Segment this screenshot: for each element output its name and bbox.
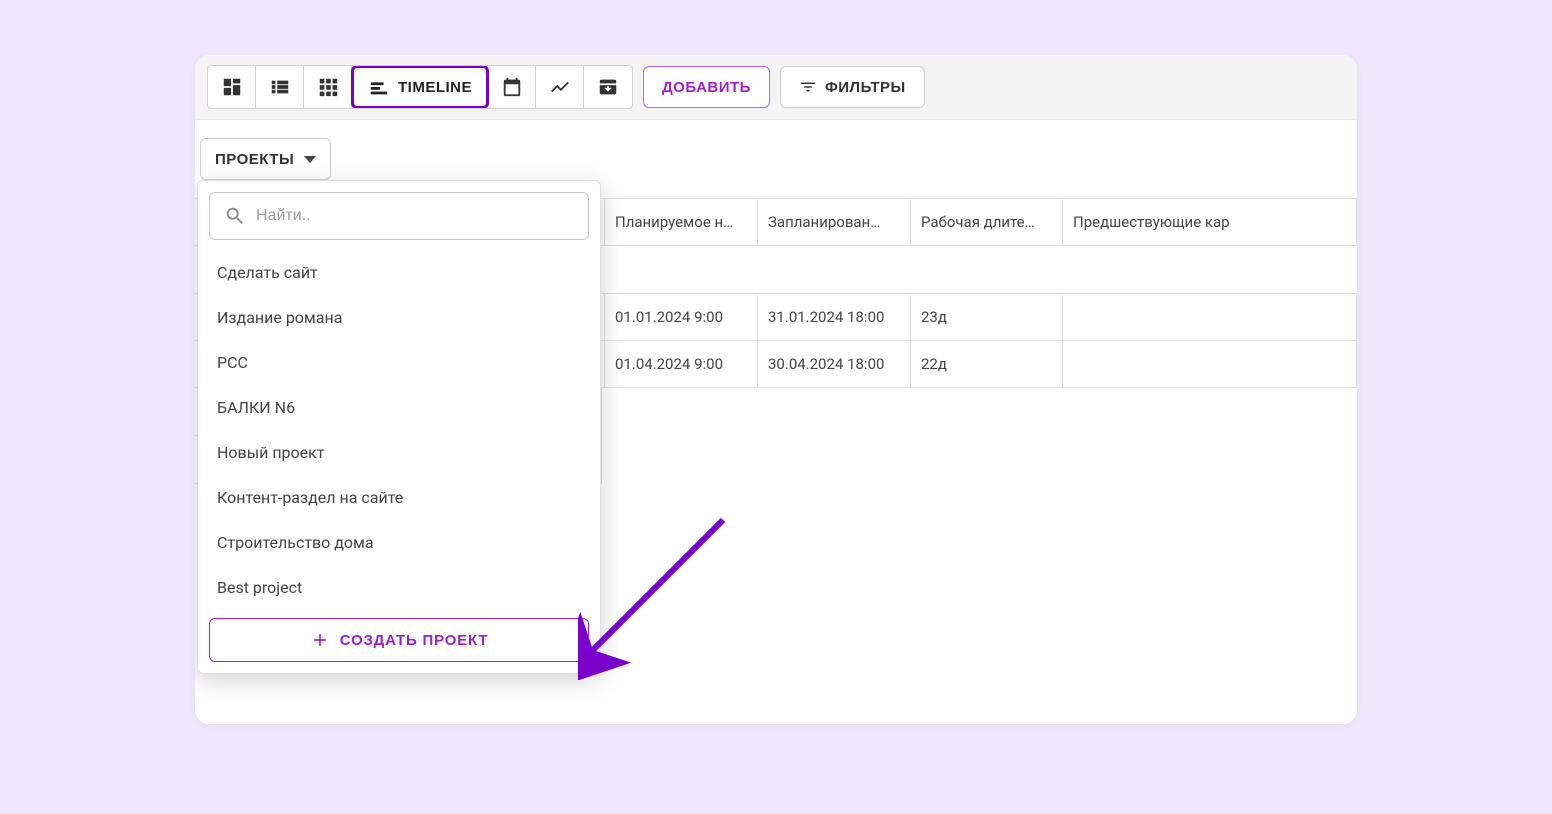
create-project-button[interactable]: СОЗДАТЬ ПРОЕКТ <box>209 618 589 662</box>
add-button-label: ДОБАВИТЬ <box>662 79 751 96</box>
view-calendar-button[interactable] <box>488 66 536 108</box>
cell: 01.01.2024 9:00 <box>605 294 758 340</box>
project-option[interactable]: Новый проект <box>209 430 589 475</box>
add-button[interactable]: ДОБАВИТЬ <box>643 66 770 108</box>
project-option[interactable]: Строительство дома <box>209 520 589 565</box>
view-archive-button[interactable] <box>584 66 632 108</box>
projects-label: ПРОЕКТЫ <box>215 151 294 168</box>
filter-icon <box>799 78 817 96</box>
view-chart-button[interactable] <box>536 66 584 108</box>
app-window: TIMELINE ДОБАВИТЬ ФИЛЬТРЫ ПРОЕКТЫ <box>195 55 1357 724</box>
cell: 01.04.2024 9:00 <box>605 341 758 387</box>
project-option[interactable]: РСС <box>209 340 589 385</box>
cell: 30.04.2024 18:00 <box>758 341 911 387</box>
archive-icon <box>597 76 619 98</box>
calendar-icon <box>501 76 523 98</box>
cell: 22д <box>911 341 1063 387</box>
view-timeline-button[interactable]: TIMELINE <box>351 65 489 109</box>
filters-button-label: ФИЛЬТРЫ <box>825 79 906 96</box>
projects-dropdown-panel: Сделать сайт Издание романа РСС БАЛКИ N6… <box>197 180 601 674</box>
view-list-button[interactable] <box>256 66 304 108</box>
view-switcher: TIMELINE <box>207 65 633 109</box>
search-icon <box>224 205 246 227</box>
search-input[interactable] <box>256 207 574 225</box>
project-option[interactable]: Контент-раздел на сайте <box>209 475 589 520</box>
cell <box>1063 294 1357 340</box>
column-header: Запланирован… <box>758 199 911 245</box>
plus-icon <box>310 630 330 650</box>
search-field[interactable] <box>209 192 589 240</box>
cell <box>1063 341 1357 387</box>
list-icon <box>269 76 291 98</box>
filters-button[interactable]: ФИЛЬТРЫ <box>780 66 925 108</box>
view-timeline-label: TIMELINE <box>398 79 472 96</box>
project-option[interactable]: Издание романа <box>209 295 589 340</box>
timeline-icon <box>368 76 390 98</box>
column-header: Рабочая длите… <box>911 199 1063 245</box>
project-option[interactable]: Сделать сайт <box>209 250 589 295</box>
create-project-label: СОЗДАТЬ ПРОЕКТ <box>340 632 489 649</box>
project-option[interactable]: Best project <box>209 565 589 610</box>
chevron-down-icon <box>304 156 316 163</box>
line-chart-icon <box>549 76 571 98</box>
cell: 31.01.2024 18:00 <box>758 294 911 340</box>
view-board-button[interactable] <box>208 66 256 108</box>
grid-icon <box>317 76 339 98</box>
toolbar: TIMELINE ДОБАВИТЬ ФИЛЬТРЫ <box>195 55 1357 120</box>
view-grid-button[interactable] <box>304 66 352 108</box>
content-area: ПРОЕКТЫ Планируемое н… Запланирован… Раб… <box>195 120 1357 484</box>
project-option[interactable]: БАЛКИ N6 <box>209 385 589 430</box>
column-header: Предшествующие кар <box>1063 199 1357 245</box>
cell: 23д <box>911 294 1063 340</box>
dashboard-icon <box>221 76 243 98</box>
column-header: Планируемое н… <box>605 199 758 245</box>
projects-dropdown-trigger[interactable]: ПРОЕКТЫ <box>200 138 331 180</box>
